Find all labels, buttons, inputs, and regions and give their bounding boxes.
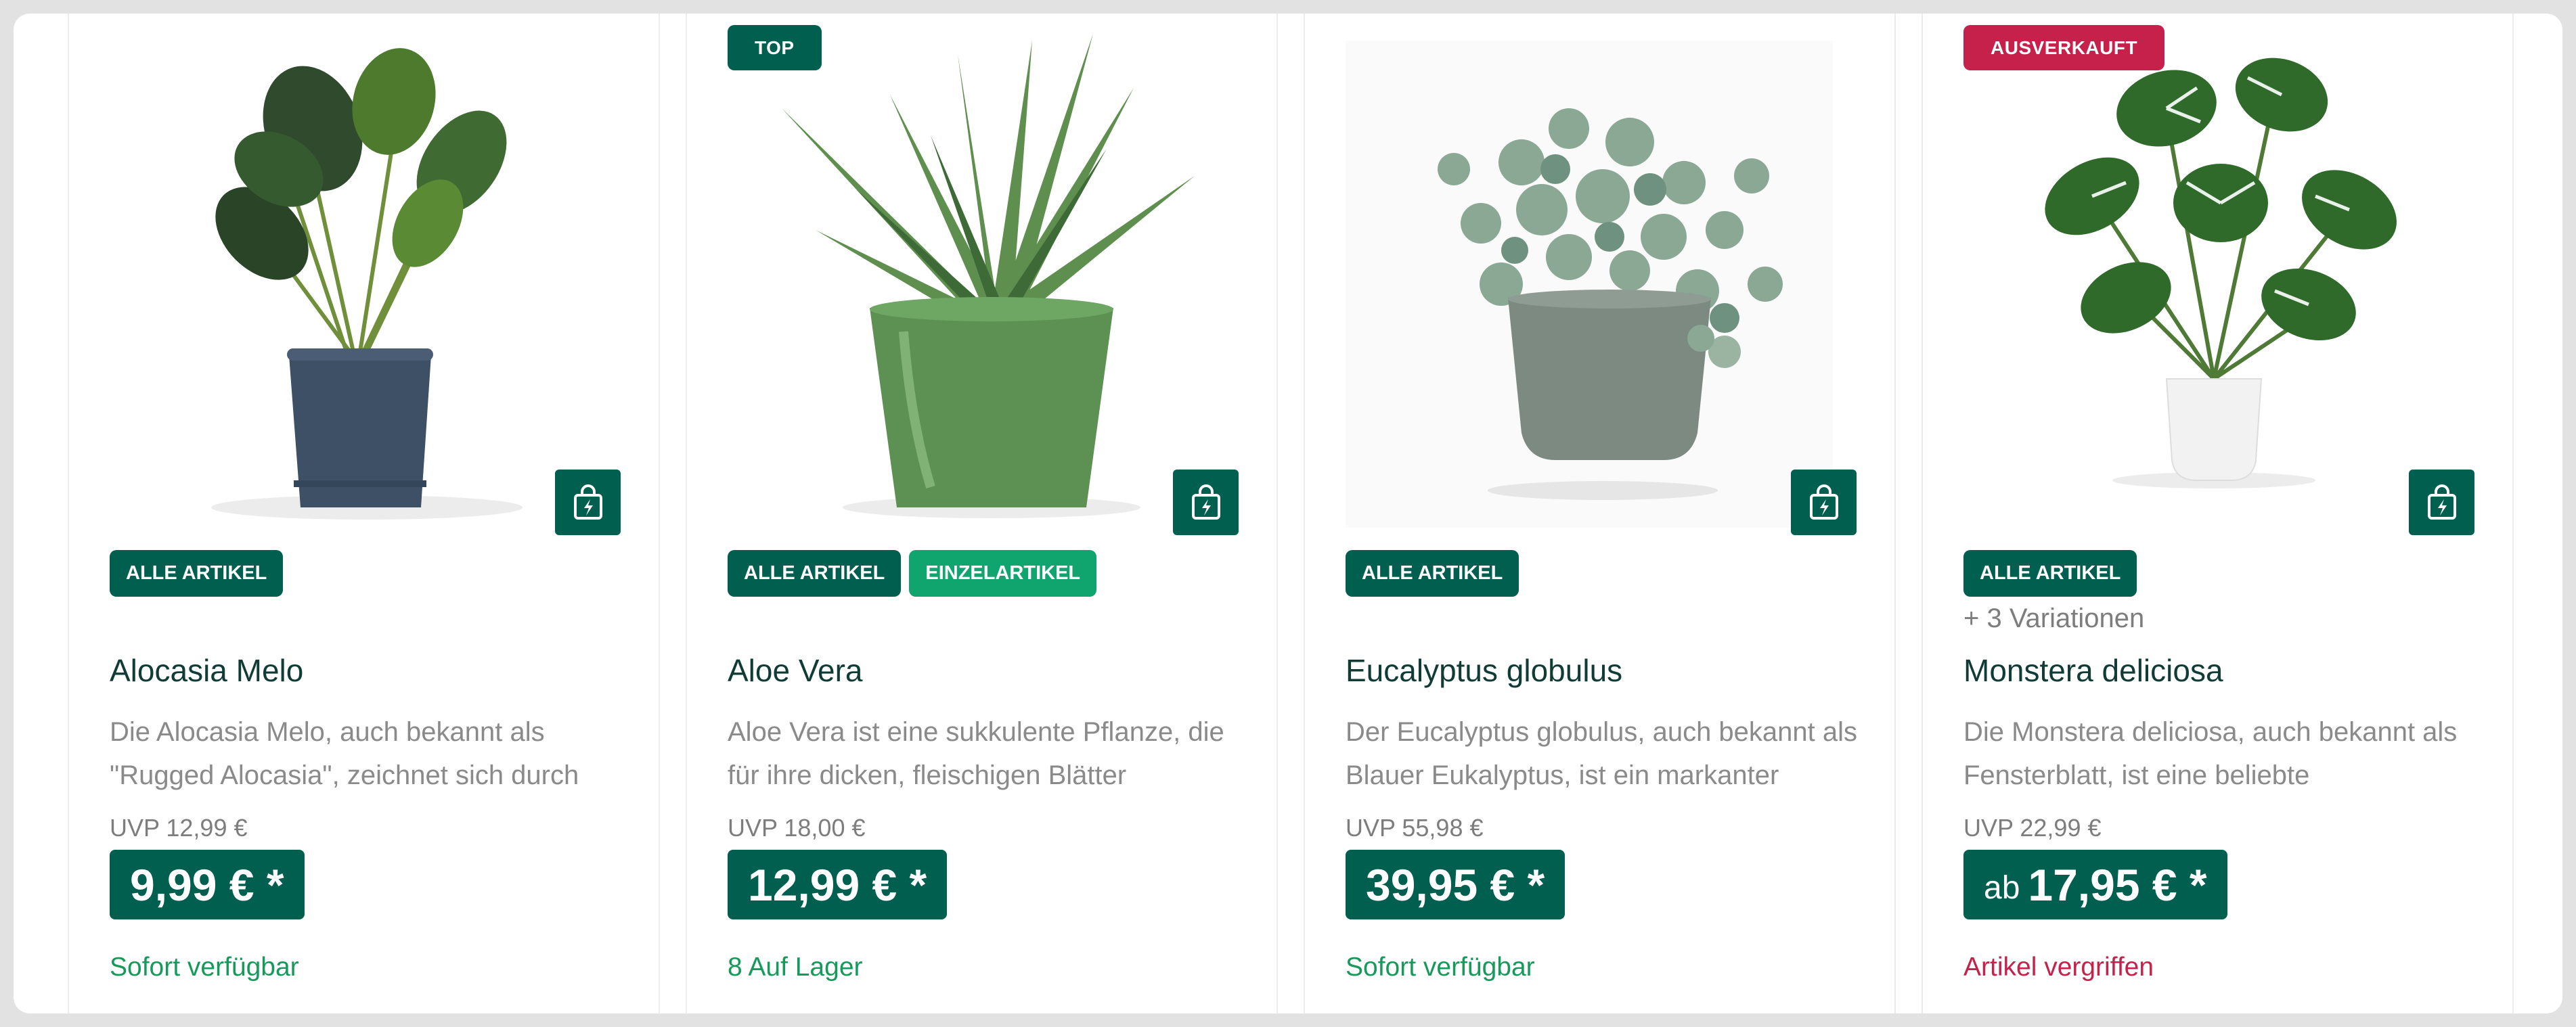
availability-status: 8 Auf Lager xyxy=(728,953,863,982)
category-badges: ALLE ARTIKEL xyxy=(1346,550,1519,597)
top-badge: TOP xyxy=(728,25,822,70)
quick-buy-button[interactable] xyxy=(1173,470,1239,535)
product-description: Aloe Vera ist eine sukkulente Pflanze, d… xyxy=(728,717,1224,790)
category-badge[interactable]: ALLE ARTIKEL xyxy=(728,550,902,597)
shopping-bag-bolt-icon xyxy=(1809,484,1838,520)
product-description: Der Eucalyptus globulus, auch bekannt al… xyxy=(1346,717,1858,790)
product-description: Die Alocasia Melo, auch bekannt als "Rug… xyxy=(110,717,579,790)
availability-status: Artikel vergriffen xyxy=(1963,953,2154,982)
price-badge: 39,95 € * xyxy=(1346,850,1565,919)
product-title[interactable]: Alocasia Melo xyxy=(110,652,303,689)
quick-buy-button[interactable] xyxy=(1791,470,1857,535)
price-badge: 9,99 € * xyxy=(110,850,305,919)
price-amount: 39,95 € * xyxy=(1366,859,1545,910)
product-title[interactable]: Eucalyptus globulus xyxy=(1346,652,1622,689)
category-badges: ALLE ARTIKEL xyxy=(110,550,284,597)
product-card[interactable]: ALLE ARTIKEL Eucalyptus globulus Der Euc… xyxy=(1304,14,1896,1013)
product-card[interactable]: ALLE ARTIKEL Alocasia Melo Die Alocasia … xyxy=(68,14,660,1013)
rrp-price: UVP 55,98 € xyxy=(1346,814,1484,842)
price-badge: 12,99 € * xyxy=(728,850,948,919)
shopping-bag-bolt-icon xyxy=(573,484,602,520)
price-amount: 17,95 € * xyxy=(2028,859,2207,910)
price-badge: ab 17,95 € * xyxy=(1963,850,2227,919)
price-prefix: ab xyxy=(1984,870,2020,906)
aloe-vera-plant-image xyxy=(782,34,1195,518)
availability-status: Sofort verfügbar xyxy=(110,953,299,982)
product-title[interactable]: Aloe Vera xyxy=(728,652,862,689)
alocasia-plant-image xyxy=(211,48,523,520)
category-badges: ALLE ARTIKEL xyxy=(1963,550,2137,597)
shopping-bag-bolt-icon xyxy=(1191,484,1220,520)
product-card[interactable]: AUSVERKAUFT ALLE ARTIKEL + 3 Variationen… xyxy=(1922,14,2514,1013)
product-description: Die Monstera deliciosa, auch bekannt als… xyxy=(1963,717,2458,790)
product-image[interactable]: TOP xyxy=(728,14,1239,528)
product-image[interactable]: AUSVERKAUFT xyxy=(1963,14,2474,528)
product-title[interactable]: Monstera deliciosa xyxy=(1963,652,2223,689)
rrp-price: UVP 12,99 € xyxy=(110,814,248,842)
sold-out-badge: AUSVERKAUFT xyxy=(1963,25,2165,70)
variations-link[interactable]: + 3 Variationen xyxy=(1963,603,2144,634)
price-amount: 9,99 € * xyxy=(130,859,284,910)
product-image[interactable] xyxy=(1346,14,1857,528)
product-listing: ALLE ARTIKEL Alocasia Melo Die Alocasia … xyxy=(14,14,2562,1013)
rrp-price: UVP 22,99 € xyxy=(1963,814,2102,842)
eucalyptus-plant-image xyxy=(1346,41,1833,528)
rrp-price: UVP 18,00 € xyxy=(728,814,866,842)
quick-buy-button[interactable] xyxy=(555,470,621,535)
availability-status: Sofort verfügbar xyxy=(1346,953,1535,982)
category-badge[interactable]: ALLE ARTIKEL xyxy=(1963,550,2137,597)
category-badge[interactable]: ALLE ARTIKEL xyxy=(110,550,284,597)
shopping-bag-bolt-icon xyxy=(2427,484,2456,520)
product-card[interactable]: TOP ALLE ARTIKEL EINZELARTIKEL Aloe Vera… xyxy=(686,14,1278,1013)
category-badge[interactable]: ALLE ARTIKEL xyxy=(1346,550,1519,597)
monstera-plant-image xyxy=(2045,58,2397,488)
category-badge[interactable]: EINZELARTIKEL xyxy=(909,550,1097,597)
quick-buy-button[interactable] xyxy=(2409,470,2474,535)
product-image[interactable] xyxy=(110,14,621,528)
category-badges: ALLE ARTIKEL EINZELARTIKEL xyxy=(728,550,1097,597)
price-amount: 12,99 € * xyxy=(748,859,927,910)
